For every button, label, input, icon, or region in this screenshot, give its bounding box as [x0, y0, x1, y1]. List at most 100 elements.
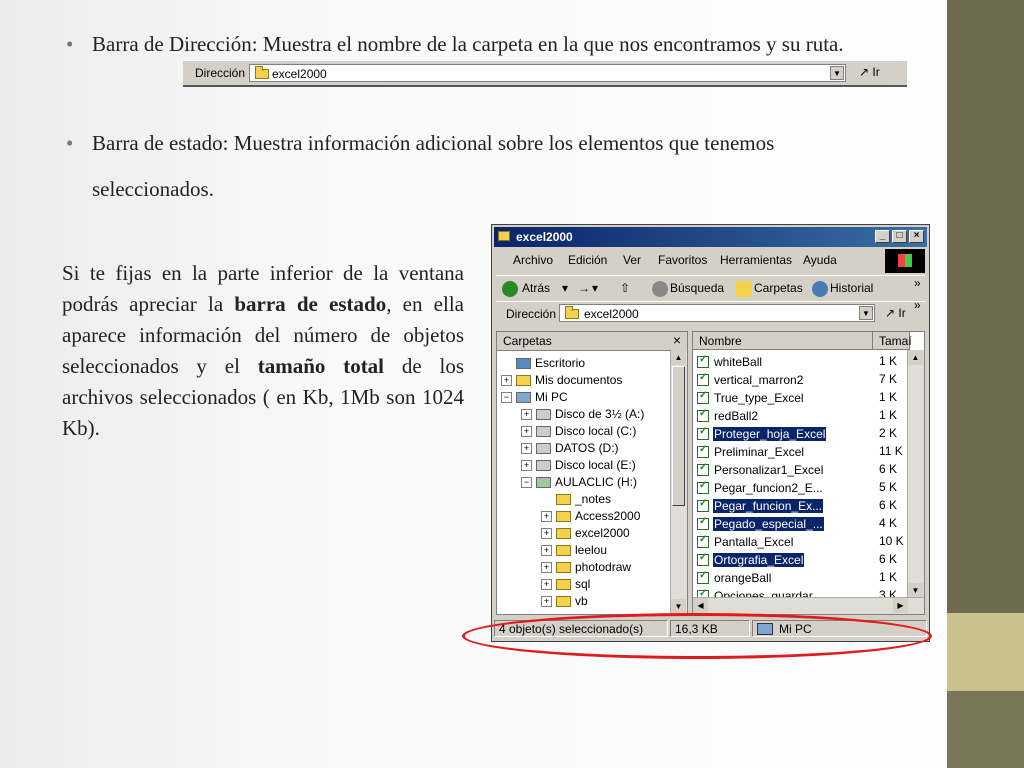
file-row[interactable]: Ortografia_Excel 6 K: [697, 552, 897, 569]
chevron-down-icon[interactable]: ▼: [859, 306, 873, 320]
file-row[interactable]: whiteBall 1 K: [697, 354, 897, 371]
menu-bar: Archivo Edición Ver Favoritos Herramient…: [496, 251, 879, 271]
forward-arrow-icon[interactable]: →: [578, 281, 590, 295]
scroll-up-icon[interactable]: ▲: [908, 350, 923, 365]
folder-pane-scrollbar[interactable]: ▲ ▼: [670, 350, 687, 614]
tree-item[interactable]: + photodraw: [541, 560, 631, 577]
tree-item[interactable]: + sql: [541, 577, 590, 594]
tree-item[interactable]: + Access2000: [541, 509, 640, 526]
menu-herramientas[interactable]: Herramientas: [720, 253, 792, 267]
para-bold: barra de estado: [234, 292, 387, 316]
tree-item[interactable]: + leelou: [541, 543, 607, 560]
file-row[interactable]: Pegar_funcion_Ex... 6 K: [697, 498, 897, 515]
excel-file-icon: [697, 462, 709, 476]
scroll-right-icon[interactable]: ▶: [893, 598, 908, 613]
file-row[interactable]: Pegado_especial_... 4 K: [697, 516, 897, 533]
tree-item-label: photodraw: [575, 560, 632, 574]
expand-icon[interactable]: +: [541, 596, 552, 608]
menu-favoritos[interactable]: Favoritos: [658, 253, 707, 267]
tree-item[interactable]: − AULACLIC (H:): [521, 475, 637, 492]
go-button[interactable]: ↗ Ir: [885, 306, 906, 320]
expand-icon[interactable]: +: [521, 426, 532, 438]
file-row[interactable]: True_type_Excel 1 K: [697, 390, 897, 407]
title-bar[interactable]: excel2000 _ □ ×: [494, 227, 927, 247]
file-row[interactable]: Preliminar_Excel 11 K: [697, 444, 903, 461]
expand-icon[interactable]: +: [521, 443, 532, 455]
file-row[interactable]: vertical_marron2 7 K: [697, 372, 897, 389]
close-icon[interactable]: ×: [673, 332, 681, 348]
go-button[interactable]: ↗ Ir: [859, 65, 880, 79]
address-input[interactable]: excel2000 ▼: [249, 64, 846, 82]
tree-item-label: Mi PC: [535, 390, 568, 404]
file-name: Pegar_funcion_Ex...: [713, 498, 824, 513]
collapse-icon[interactable]: −: [501, 392, 512, 404]
file-row[interactable]: Pantalla_Excel 10 K: [697, 534, 904, 551]
expand-icon[interactable]: +: [521, 409, 532, 421]
expand-icon[interactable]: +: [541, 579, 552, 591]
chevron-down-icon[interactable]: ▼: [830, 66, 844, 80]
tree-item[interactable]: + DATOS (D:): [521, 441, 619, 458]
file-list-hscrollbar[interactable]: ◀ ▶: [693, 597, 924, 614]
folder-icon: [516, 375, 531, 387]
folders-button[interactable]: Carpetas: [754, 281, 803, 295]
file-size: 1 K: [879, 390, 898, 404]
tree-item-label: leelou: [575, 543, 608, 557]
menu-ver[interactable]: Ver: [623, 253, 641, 267]
scroll-down-icon[interactable]: ▼: [908, 583, 923, 598]
expand-icon[interactable]: +: [521, 460, 532, 472]
minimize-button[interactable]: _: [875, 230, 890, 243]
expand-icon[interactable]: +: [541, 545, 552, 557]
bullet-text-line2: seleccionados.: [92, 177, 214, 201]
back-button[interactable]: Atrás: [522, 281, 550, 295]
maximize-button[interactable]: □: [892, 230, 907, 243]
tree-item[interactable]: Escritorio: [501, 356, 585, 373]
tree-item[interactable]: + Disco de 3½ (A:): [521, 407, 644, 424]
expand-icon[interactable]: +: [541, 528, 552, 540]
address-bar-example: Dirección excel2000 ▼ ↗ Ir: [183, 60, 907, 87]
back-dropdown-icon[interactable]: ▾: [562, 281, 568, 295]
tree-item[interactable]: + vb: [541, 594, 588, 611]
column-header-size[interactable]: Tamaí: [873, 332, 912, 350]
tree-item[interactable]: + Disco local (E:): [521, 458, 636, 475]
forward-dropdown-icon[interactable]: ▾: [592, 281, 598, 295]
tree-item-label: Disco local (C:): [555, 424, 637, 438]
tree-item[interactable]: − Mi PC: [501, 390, 568, 407]
file-name: Preliminar_Excel: [714, 444, 805, 459]
scroll-left-icon[interactable]: ◀: [693, 598, 708, 613]
scroll-down-icon[interactable]: ▼: [671, 599, 686, 614]
file-row[interactable]: redBall2 1 K: [697, 408, 897, 425]
go-arrow-icon: ↗: [859, 65, 870, 79]
menu-ayuda[interactable]: Ayuda: [803, 253, 837, 267]
menu-edicion[interactable]: Edición: [568, 253, 607, 267]
address-input[interactable]: excel2000 ▼: [559, 304, 875, 322]
file-name: vertical_marron2: [714, 372, 804, 387]
scroll-thumb[interactable]: [672, 366, 685, 506]
toolbar-more-icon[interactable]: »: [914, 276, 921, 290]
column-header-name[interactable]: Nombre: [693, 332, 873, 350]
excel-file-icon: [697, 354, 709, 368]
search-button[interactable]: Búsqueda: [670, 281, 724, 295]
expand-icon[interactable]: +: [501, 375, 512, 387]
close-button[interactable]: ×: [909, 230, 924, 243]
tree-item[interactable]: + excel2000: [541, 526, 630, 543]
file-row[interactable]: Proteger_hoja_Excel 2 K: [697, 426, 897, 443]
expand-icon[interactable]: +: [541, 511, 552, 523]
address-more-icon[interactable]: »: [914, 298, 921, 312]
file-row[interactable]: orangeBall 1 K: [697, 570, 897, 587]
file-row[interactable]: Personalizar1_Excel 6 K: [697, 462, 897, 479]
up-folder-icon[interactable]: ⇧: [620, 281, 630, 295]
tree-item[interactable]: _notes: [541, 492, 611, 509]
tree-item[interactable]: + Mis documentos: [501, 373, 622, 390]
file-size: 4 K: [879, 516, 898, 530]
file-row[interactable]: Pegar_funcion2_E... 5 K: [697, 480, 897, 497]
history-button[interactable]: Historial: [830, 281, 873, 295]
go-label: Ir: [898, 306, 906, 320]
file-list-scrollbar[interactable]: ▲ ▼: [907, 350, 924, 598]
file-name: whiteBall: [714, 354, 763, 369]
menu-archivo[interactable]: Archivo: [513, 253, 553, 267]
collapse-icon[interactable]: −: [521, 477, 532, 489]
expand-icon[interactable]: +: [541, 562, 552, 574]
tree-item[interactable]: + Disco local (C:): [521, 424, 636, 441]
address-label: Dirección: [195, 66, 246, 80]
scroll-up-icon[interactable]: ▲: [671, 350, 686, 365]
